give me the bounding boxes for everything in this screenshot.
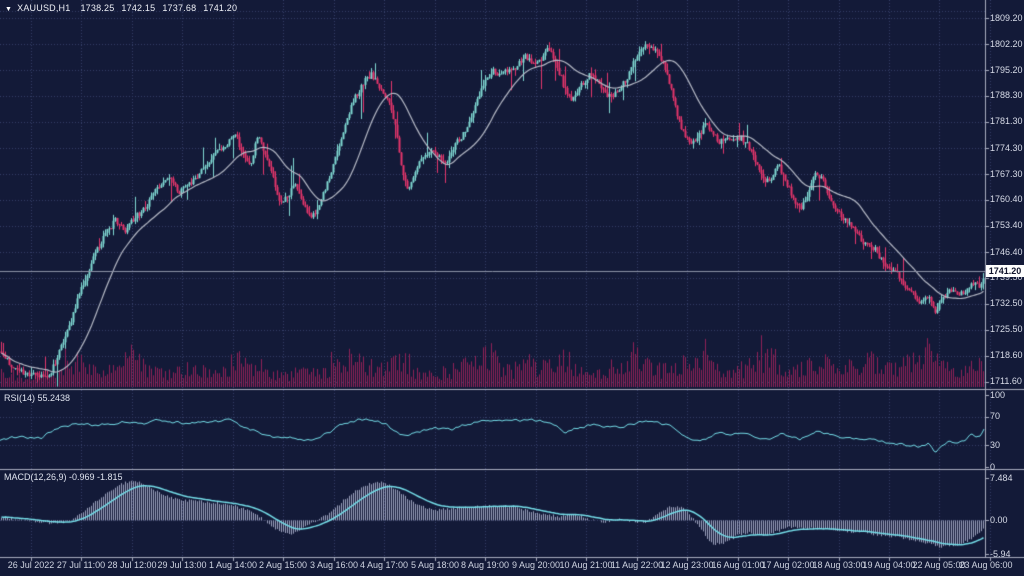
low-value: 1737.68 [162,3,196,13]
price-axis-label: 1718.60 [990,351,1023,360]
price-axis-label: 1781.30 [990,117,1023,126]
rsi-indicator-label: RSI(14) 55.2438 [4,393,70,403]
price-axis-label: 1809.20 [990,14,1023,23]
rsi-scale-label: 100 [990,391,1005,400]
price-axis-label: 1788.30 [990,91,1023,100]
price-axis-label: 1760.40 [990,195,1023,204]
rsi-scale-label: 70 [990,412,1000,421]
close-value: 1741.20 [203,3,237,13]
macd-scale-label: 7.484 [990,474,1013,483]
macd-scale-label: 0.00 [990,516,1008,525]
symbol-label: XAUUSD,H1 [17,3,70,13]
symbol-dropdown-icon[interactable]: ▼ [5,6,12,13]
macd-indicator-label: MACD(12,26,9) -0.969 -1.815 [4,472,123,482]
time-axis-label: 23 Aug 06:00 [950,561,1022,570]
price-axis-label: 1802.20 [990,40,1023,49]
price-axis-label: 1774.30 [990,144,1023,153]
trading-chart-window: ▼ XAUUSD,H1 1738.25 1742.15 1737.68 1741.20 R… [0,0,1024,576]
price-axis-label: 1746.40 [990,248,1023,257]
chart-title: ▼ XAUUSD,H1 1738.25 1742.15 1737.68 1741.20 [5,3,244,13]
time-axis[interactable]: 26 Jul 202227 Jul 11:0028 Jul 12:0029 Ju… [0,561,1024,576]
current-price-value: 1741.20 [989,266,1022,276]
rsi-scale-label: 30 [990,441,1000,450]
open-value: 1738.25 [80,3,114,13]
chart-canvas[interactable] [0,0,1024,576]
price-axis-label: 1732.50 [990,299,1023,308]
macd-scale-label: -5.94 [990,550,1011,559]
price-axis-label: 1725.50 [990,325,1023,334]
high-value: 1742.15 [121,3,155,13]
price-axis-label: 1767.30 [990,170,1023,179]
rsi-scale-label: 0 [990,463,995,472]
price-axis-label: 1711.60 [990,377,1022,386]
price-axis-label: 1795.20 [990,66,1023,75]
price-axis-label: 1753.40 [990,221,1023,230]
price-axis[interactable]: 1809.20 1802.20 1795.20 1788.30 1781.30 1774.… [990,0,1024,557]
current-price-tag: 1741.20 [986,265,1024,277]
